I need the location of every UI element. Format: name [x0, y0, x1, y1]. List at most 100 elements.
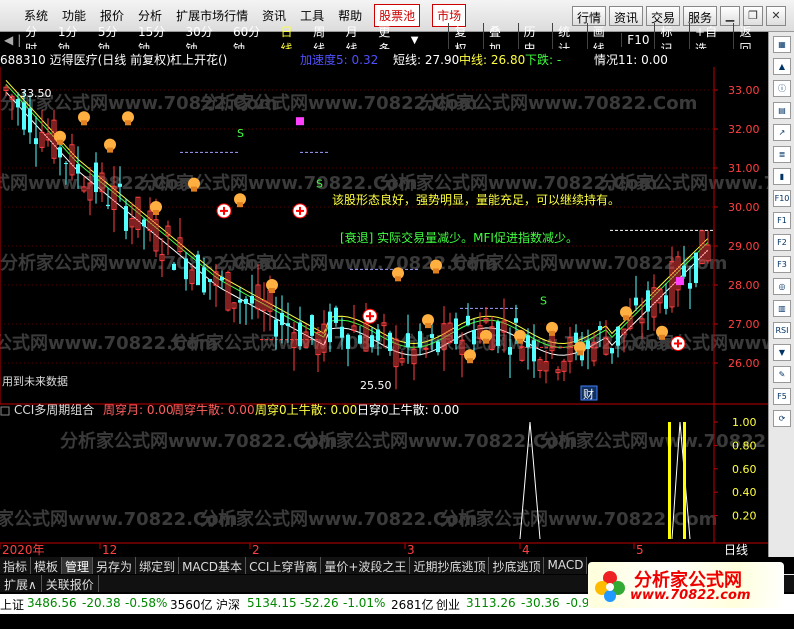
watermark-text: 分析家公式网www.70822.Com [440, 508, 717, 530]
close-icon[interactable]: ✕ [766, 6, 786, 26]
down-arrow-icon[interactable]: ▼ [773, 344, 791, 361]
menu-news[interactable]: 资讯 [262, 7, 286, 24]
candle-body-down [142, 219, 146, 227]
tab-8[interactable]: 近期抄底逃顶 [410, 557, 490, 574]
candle-body-down [586, 340, 590, 350]
sub-indicator-title[interactable]: CCI多周期组合 [14, 402, 94, 417]
chart-icon[interactable]: ↗ [773, 124, 791, 141]
collapse-icon[interactable]: ◀ [4, 33, 13, 47]
sell-signal-icon: S [237, 127, 244, 140]
f5-icon[interactable]: F5 [773, 388, 791, 405]
candle-body-down [418, 331, 422, 348]
bar-icon[interactable]: ▥ [773, 300, 791, 317]
tab-7[interactable]: 量价+波段之王 [321, 557, 411, 574]
menu-system[interactable]: 系统 [24, 7, 48, 24]
buy-signal-icon [292, 203, 308, 219]
more-dropdown-icon[interactable]: ▼ [411, 35, 419, 46]
price-tick-label: 32.00 [728, 123, 760, 136]
short-line-value: 短线: 27.90 [393, 53, 460, 67]
info-icon[interactable]: ⓘ [773, 80, 791, 97]
x-tick-label: 12 [102, 543, 117, 557]
f1-icon[interactable]: F1 [773, 212, 791, 229]
buy-signal-icon [670, 336, 686, 351]
price-tick-label: 29.00 [728, 240, 760, 253]
ma-line-yellow [5, 79, 709, 345]
mid-line-value: 中线: 26.80 [459, 53, 526, 67]
tab-10[interactable]: MACD [544, 557, 588, 574]
menu-tools[interactable]: 工具 [300, 7, 324, 24]
candle-body-down [406, 333, 410, 348]
price-tick-label: 28.00 [728, 279, 760, 292]
tab-6[interactable]: CCI上穿背离 [246, 557, 322, 574]
sub-indicator-icon[interactable] [0, 406, 10, 416]
candle-body-down [370, 335, 374, 348]
menu-quote[interactable]: 报价 [100, 7, 124, 24]
cy-pct: -0.9 [566, 596, 590, 610]
sub-tick-label: 1.00 [732, 416, 757, 429]
price-tick-label: 30.00 [728, 201, 760, 214]
tab-0[interactable]: 指标 [0, 557, 32, 574]
candle-body-down [202, 267, 206, 293]
candle-body-down [664, 295, 668, 309]
candle-body-down [466, 315, 470, 326]
candle-body-down [334, 307, 338, 323]
menu-ext-market[interactable]: 扩展市场行情 [176, 7, 248, 24]
kline-chart[interactable]: 分析家公式网www.70822.Com分析家公式网www.70822.Com分析… [0, 67, 768, 557]
app-window: 系统 功能 报价 分析 扩展市场行情 资讯 工具 帮助 股票池 市场 行情 资讯… [0, 0, 794, 629]
candle-body-down [526, 335, 530, 348]
sh-index: 3486.56 [27, 596, 77, 610]
tab-3[interactable]: 另存为 [93, 557, 137, 574]
candle-body-down [694, 252, 698, 283]
candle-icon[interactable]: ▮ [773, 168, 791, 185]
candle-body-down [532, 340, 536, 362]
rsi-icon[interactable]: RSI [773, 322, 791, 339]
candle-body-down [250, 295, 254, 304]
candle-body-down [634, 297, 638, 306]
tab-2[interactable]: 管理 [62, 557, 94, 574]
candle-body-down [454, 318, 458, 344]
hand-signal-icon [122, 111, 134, 126]
menu-function[interactable]: 功能 [62, 7, 86, 24]
candle-body-down [298, 322, 302, 347]
candle-body-down [472, 330, 476, 345]
f10-icon[interactable]: F10 [773, 190, 791, 207]
indicator-name[interactable]: 杠上开花() [170, 51, 227, 68]
candle-body-down [58, 147, 62, 158]
tab-4[interactable]: 绑定到 [136, 557, 180, 574]
cci-bar-yellow [683, 422, 686, 539]
hand-signal-icon [392, 267, 404, 282]
accel-value: 加速度5: 0.32 [300, 53, 379, 67]
list-icon[interactable]: ≣ [773, 146, 791, 163]
finance-badge-label: 财 [583, 387, 594, 401]
logo-url: www.70822.com [630, 588, 751, 603]
f3-icon[interactable]: F3 [773, 256, 791, 273]
circle-icon[interactable]: ◎ [773, 278, 791, 295]
candle-body-down [16, 99, 20, 108]
refresh-icon[interactable]: ⟳ [773, 410, 791, 427]
menu-help[interactable]: 帮助 [338, 7, 362, 24]
pen-icon[interactable]: ✎ [773, 366, 791, 383]
ext-tab-1[interactable]: 关联报价 [42, 575, 99, 592]
x-tick-label: 4 [522, 543, 530, 557]
candle-body-down [688, 283, 692, 289]
sz-label: 沪深 [216, 598, 241, 612]
layout-icon[interactable]: ▦ [773, 36, 791, 53]
grid-icon[interactable]: ▤ [773, 102, 791, 119]
candle-body-down [610, 348, 614, 354]
candle-body-down [514, 318, 518, 323]
f10-button[interactable]: F10 [621, 33, 654, 47]
tab-5[interactable]: MACD基本 [179, 557, 247, 574]
tab-9[interactable]: 抄底逃顶 [489, 557, 545, 574]
menu-analysis[interactable]: 分析 [138, 7, 162, 24]
ext-tab-0[interactable]: 扩展∧ [0, 575, 42, 592]
candle-body-down [436, 341, 440, 353]
sh-amount: 3560亿 [170, 598, 213, 612]
f2-icon[interactable]: F2 [773, 234, 791, 251]
up-arrow-icon[interactable]: ▲ [773, 58, 791, 75]
cci-bar-yellow [668, 422, 671, 539]
x-tick-label: 5 [636, 543, 644, 557]
tab-1[interactable]: 模板 [31, 557, 63, 574]
candle-body-down [184, 258, 188, 280]
candle-body-down [274, 319, 278, 337]
candle-body-down [118, 183, 122, 187]
